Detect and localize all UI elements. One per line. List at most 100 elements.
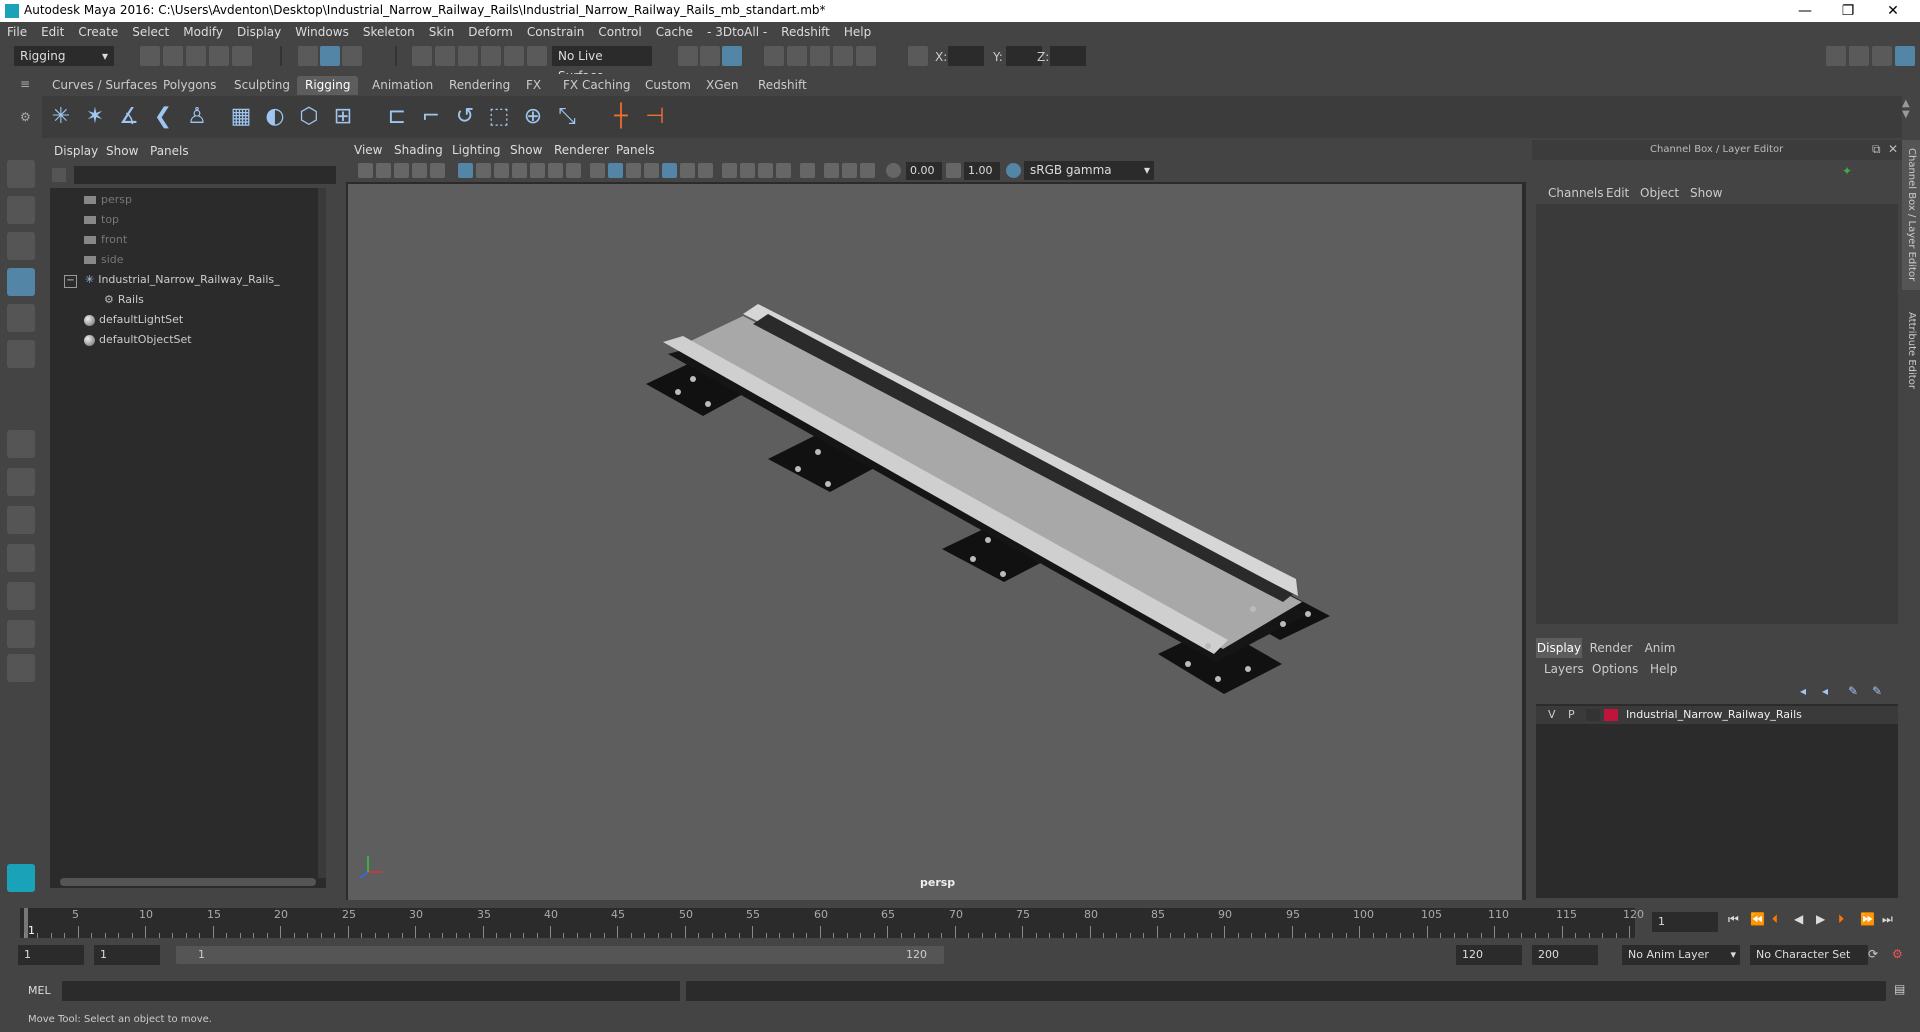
shelf-menu-icon[interactable]: ≡	[20, 77, 30, 91]
shelf-tab-animation[interactable]: Animation	[364, 76, 441, 95]
motion-blur-icon[interactable]	[740, 163, 755, 178]
output-ops-icon[interactable]	[700, 46, 720, 66]
resolution-gate-icon[interactable]	[494, 163, 509, 178]
viewport-menu-renderer[interactable]: Renderer	[554, 143, 609, 157]
menu-redshift[interactable]: Redshift	[774, 22, 837, 39]
step-forward-icon[interactable]: ⏩	[1860, 912, 1875, 926]
start-time-field[interactable]: 1	[18, 945, 84, 965]
restore-button[interactable]: ❐	[1833, 2, 1863, 20]
screen-space-ao-icon[interactable]	[722, 163, 737, 178]
3d-viewport-canvas[interactable]: persp	[348, 184, 1522, 900]
viewport-menu-lighting[interactable]: Lighting	[452, 143, 501, 157]
playback-start-field[interactable]: 1	[94, 945, 160, 965]
shelf-scroll-icon[interactable]: ▲ ▼	[1902, 98, 1910, 120]
play-backward-icon[interactable]: ◀	[1794, 912, 1803, 926]
channels-edit-menu[interactable]: Edit	[1606, 186, 1629, 200]
shelf-tab-fx[interactable]: FX	[518, 76, 549, 95]
shelf-tab-fx-caching[interactable]: FX Caching	[555, 76, 638, 95]
close-button[interactable]: ✕	[1878, 2, 1908, 20]
shelf-tab-xgen[interactable]: XGen	[698, 76, 747, 95]
render-settings-icon[interactable]	[833, 46, 853, 66]
shelf-tab-sculpting[interactable]: Sculpting	[226, 76, 298, 95]
move-layer-up-icon[interactable]: ◂	[1800, 684, 1806, 698]
magnet-icon[interactable]	[527, 46, 547, 66]
outliner-item-rails[interactable]: ⚙ Rails	[104, 292, 144, 308]
viewport-menu-view[interactable]: View	[354, 143, 382, 157]
snap-surface-icon[interactable]	[504, 46, 524, 66]
menu-cache[interactable]: Cache	[649, 22, 700, 39]
menu-select[interactable]: Select	[125, 22, 176, 39]
menu-skin[interactable]: Skin	[422, 22, 462, 39]
outliner-item-group[interactable]: − ✳ Industrial_Narrow_Railway_Rails_	[64, 272, 280, 288]
four-view-layout-icon[interactable]	[7, 468, 35, 496]
menu-display[interactable]: Display	[230, 22, 288, 39]
outliner-item-top[interactable]: top	[84, 212, 119, 228]
outliner-item-default-object-set[interactable]: defaultObjectSet	[84, 332, 192, 348]
go-to-start-icon[interactable]: ⏮	[1728, 912, 1739, 927]
menu-3dtoall[interactable]: - 3DtoAll -	[700, 22, 774, 39]
shelf-tab-curves-surfaces[interactable]: Curves / Surfaces	[44, 76, 165, 95]
parent-constraint-icon[interactable]: ⊏	[382, 102, 412, 132]
tool-settings-icon[interactable]	[1872, 46, 1892, 66]
construction-history-icon[interactable]	[722, 46, 742, 66]
transform-mode-icon[interactable]	[908, 46, 928, 66]
layer-playback-toggle[interactable]: P	[1568, 708, 1575, 721]
viewport-menu-shading[interactable]: Shading	[394, 143, 443, 157]
help-menu[interactable]: Help	[1650, 662, 1677, 676]
mode-selector[interactable]: Rigging ▾	[14, 46, 114, 66]
outliner-layout-icon[interactable]	[7, 544, 35, 572]
character-set-dropdown[interactable]: No Character Set	[1750, 945, 1868, 965]
hypershade-icon[interactable]	[856, 46, 876, 66]
outliner-item-default-light-set[interactable]: defaultLightSet	[84, 312, 183, 328]
attribute-editor-icon[interactable]	[1849, 46, 1869, 66]
collapse-icon[interactable]: −	[64, 275, 77, 288]
render-current-icon[interactable]	[787, 46, 807, 66]
gate-mask-icon[interactable]	[512, 163, 527, 178]
color-space-dropdown[interactable]: sRGB gamma ▾	[1024, 161, 1154, 180]
options-menu[interactable]: Options	[1592, 662, 1638, 676]
menu-control[interactable]: Control	[591, 22, 648, 39]
channels-object-menu[interactable]: Object	[1640, 186, 1679, 200]
snap-view-icon[interactable]	[481, 46, 501, 66]
field-chart-icon[interactable]	[530, 163, 545, 178]
time-ruler[interactable]: 1 5 10 15 20 25 30 35 40 45 50 55 60 65 70 75 80 85 90 95 1…	[20, 908, 1644, 938]
layer-tab-render[interactable]: Render	[1588, 638, 1634, 658]
new-layer-icon[interactable]: ✎	[1848, 684, 1858, 698]
open-scene-icon[interactable]	[163, 46, 183, 66]
menu-windows[interactable]: Windows	[288, 22, 356, 39]
redo-icon[interactable]	[232, 46, 252, 66]
render-view-icon[interactable]	[764, 46, 784, 66]
shelf-settings-icon[interactable]: ⚙	[20, 110, 31, 124]
step-forward-key-icon[interactable]: ⏵	[1838, 912, 1844, 927]
channel-box-toggle-icon[interactable]	[1895, 46, 1915, 66]
end-time-field[interactable]: 200	[1532, 945, 1598, 965]
modeling-toolkit-icon[interactable]	[1826, 46, 1846, 66]
cluster-icon[interactable]: ⊞	[328, 102, 358, 132]
ik-handle-icon[interactable]: ∡	[114, 102, 144, 132]
lasso-tool-icon[interactable]	[7, 196, 35, 224]
gamma-field[interactable]: 1.00	[964, 162, 1000, 180]
shadows-icon[interactable]	[698, 163, 713, 178]
camera-attributes-icon[interactable]	[376, 163, 391, 178]
joint-tool-icon[interactable]: ✳	[46, 102, 76, 132]
save-scene-icon[interactable]	[186, 46, 206, 66]
snap-curve-icon[interactable]	[435, 46, 455, 66]
shelf-tab-rendering[interactable]: Rendering	[441, 76, 518, 95]
snap-locator-icon[interactable]: ⊣	[640, 102, 670, 132]
auto-key-icon[interactable]: ⟳	[1868, 947, 1878, 961]
custom-layout-icon[interactable]	[7, 654, 35, 682]
xray-joints-icon[interactable]	[842, 163, 857, 178]
grid-icon[interactable]	[458, 163, 473, 178]
menu-constrain[interactable]: Constrain	[520, 22, 592, 39]
side-tab-channel-box[interactable]: Channel Box / Layer Editor	[1902, 140, 1920, 290]
smooth-shade-icon[interactable]	[608, 163, 623, 178]
outliner-menu-display[interactable]: Display	[54, 144, 98, 158]
single-view-layout-icon[interactable]	[7, 430, 35, 458]
viewport-menu-panels[interactable]: Panels	[616, 143, 655, 157]
rotate-tool-icon[interactable]	[7, 304, 35, 332]
current-frame-field[interactable]: 1	[1652, 912, 1718, 932]
color-management-icon[interactable]	[1006, 163, 1021, 178]
side-tab-attribute-editor[interactable]: Attribute Editor	[1902, 300, 1920, 400]
menu-create[interactable]: Create	[71, 22, 125, 39]
bind-skin-icon[interactable]: ▦	[226, 102, 256, 132]
